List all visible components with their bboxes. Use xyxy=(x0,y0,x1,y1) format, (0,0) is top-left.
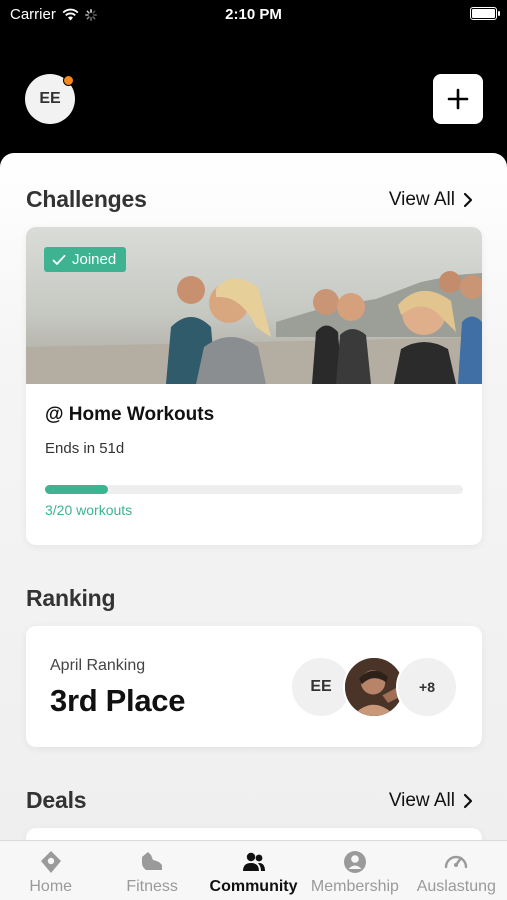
avatar-initials: EE xyxy=(39,90,61,107)
tab-auslastung-label: Auslastung xyxy=(416,878,496,895)
ranking-avatar-initials-text: EE xyxy=(310,678,332,695)
ranking-more-count: +8 xyxy=(419,679,435,695)
ranking-place: 3rd Place xyxy=(50,683,186,718)
tab-bar: Home Fitness Community Membership Auslas… xyxy=(0,840,507,900)
view-all-label: View All xyxy=(388,790,455,811)
chevron-right-icon xyxy=(463,192,473,208)
ranking-avatars: EE +8 xyxy=(290,656,460,718)
progress-text: 3/20 workouts xyxy=(45,502,133,518)
challenge-card[interactable]: Joined @ Home Workouts Ends in 51d 3/20 … xyxy=(26,227,482,545)
joined-badge-label: Joined xyxy=(72,251,117,268)
tab-home[interactable]: Home xyxy=(0,841,101,900)
challenge-name: @ Home Workouts xyxy=(45,404,215,425)
joined-badge: Joined xyxy=(44,247,127,272)
tab-community[interactable]: Community xyxy=(203,841,304,900)
view-all-label: View All xyxy=(388,189,455,210)
tab-membership[interactable]: Membership xyxy=(304,841,405,900)
person-circle-icon xyxy=(343,851,366,873)
challenge-progress-bar xyxy=(45,485,463,494)
tab-fitness[interactable]: Fitness xyxy=(101,841,202,900)
status-time: 2:10 PM xyxy=(225,6,282,23)
checkmark-icon xyxy=(52,254,66,265)
deals-title: Deals xyxy=(26,787,87,813)
progress-fill xyxy=(45,485,108,494)
challenges-title: Challenges xyxy=(26,186,147,212)
battery-icon xyxy=(470,7,500,20)
ranking-avatar-more: +8 xyxy=(396,656,458,718)
ranking-label: April Ranking xyxy=(50,657,146,674)
deals-view-all-link[interactable]: View All xyxy=(389,790,473,812)
chevron-right-icon xyxy=(463,793,473,809)
notification-dot xyxy=(63,75,74,86)
tab-auslastung[interactable]: Auslastung xyxy=(406,841,507,900)
tab-fitness-label: Fitness xyxy=(126,878,178,895)
tab-membership-label: Membership xyxy=(310,878,399,895)
gauge-icon xyxy=(445,855,468,869)
location-pin-icon xyxy=(40,851,61,873)
profile-avatar[interactable]: EE xyxy=(25,74,75,124)
content-sheet[interactable]: Challenges View All Joined @ Home Workou… xyxy=(0,153,507,900)
challenge-photo: Joined xyxy=(26,227,482,384)
user-photo xyxy=(345,658,403,716)
status-bar: Carrier 2:10 PM xyxy=(0,0,507,30)
tab-home-label: Home xyxy=(29,878,73,895)
ranking-title: Ranking xyxy=(26,585,116,611)
add-button[interactable] xyxy=(433,74,483,124)
shoe-icon xyxy=(142,852,163,870)
ranking-card[interactable]: April Ranking 3rd Place EE +8 xyxy=(26,626,482,747)
plus-icon xyxy=(447,88,469,110)
challenges-view-all-link[interactable]: View All xyxy=(389,189,473,211)
challenge-ends: Ends in 51d xyxy=(45,440,125,457)
tab-community-label: Community xyxy=(209,878,298,895)
people-icon xyxy=(242,852,265,871)
